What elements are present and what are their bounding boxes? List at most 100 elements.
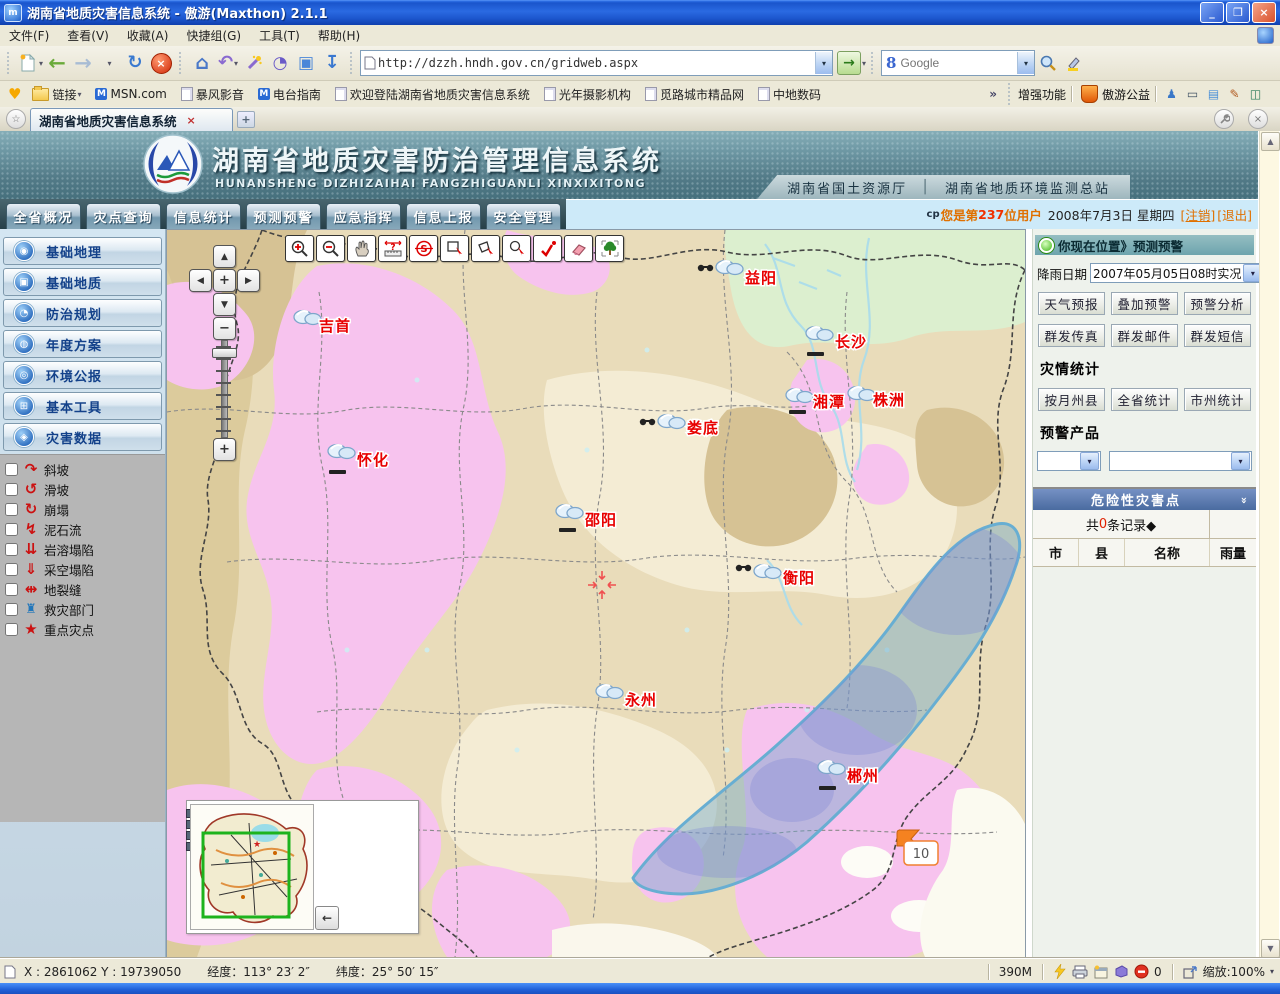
zoom-out-tool[interactable] — [316, 235, 345, 262]
printer-icon[interactable] — [1072, 965, 1088, 979]
monthly-county-stats-button[interactable]: 按月州县 — [1038, 388, 1105, 411]
scroll-down-button[interactable]: ▼ — [1261, 939, 1280, 958]
menu-groups[interactable]: 快捷组(G) — [177, 27, 250, 44]
chevron-down-icon[interactable]: ▾ — [1080, 452, 1099, 470]
back-button[interactable]: ← — [45, 50, 69, 76]
capture-button[interactable]: ▣ — [294, 50, 318, 76]
history-button[interactable]: ◔ — [268, 50, 292, 76]
favorites-heart-icon[interactable]: ♥ — [8, 85, 21, 103]
history-dropdown-button[interactable]: ▾ — [97, 50, 121, 76]
product-type-select[interactable]: ▾ — [1037, 451, 1101, 471]
clear-tool[interactable] — [564, 235, 593, 262]
tab-list-close-button[interactable]: × — [1248, 109, 1268, 129]
highlight-button[interactable] — [1062, 50, 1086, 76]
sidebar-item-basic-geography[interactable]: ◉基础地理 — [3, 237, 162, 265]
favorites-star-button[interactable]: ☆ — [6, 109, 26, 129]
links-folder[interactable]: 链接 ▾ — [32, 86, 81, 103]
logout-link[interactable]: [注销] — [1180, 205, 1215, 224]
point-mark-tool[interactable] — [533, 235, 562, 262]
link-zhongdi[interactable]: 中地数码 — [758, 86, 821, 103]
warning-analysis-button[interactable]: 预警分析 — [1184, 292, 1251, 315]
search-go-button[interactable] — [1036, 50, 1060, 76]
user-icon[interactable]: ♟ — [1164, 87, 1179, 101]
layer-key-point[interactable]: ★重点灾点 — [0, 619, 165, 639]
pan-right-button[interactable]: ▶ — [237, 269, 260, 292]
zoom-in-button[interactable]: + — [213, 438, 236, 461]
zoom-out-button[interactable]: − — [213, 317, 236, 340]
collapse-checkbox[interactable] — [5, 503, 18, 516]
nav-tab-emergency[interactable]: 应急指挥 — [326, 203, 401, 229]
minimap-collapse-button[interactable]: ← — [315, 906, 339, 930]
address-dropdown-button[interactable]: ▾ — [815, 52, 832, 74]
pan-left-button[interactable]: ◀ — [189, 269, 212, 292]
key-point-checkbox[interactable] — [5, 623, 18, 636]
slope-checkbox[interactable] — [5, 463, 18, 476]
plugin-label[interactable]: 增强功能 — [1018, 86, 1066, 103]
link-radio[interactable]: M电台指南 — [258, 86, 321, 103]
danger-points-header[interactable]: 危险性灾害点 « — [1033, 487, 1256, 510]
menu-file[interactable]: 文件(F) — [0, 27, 58, 44]
debris-flow-checkbox[interactable] — [5, 523, 18, 536]
zoom-in-tool[interactable] — [285, 235, 314, 262]
minimize-button[interactable]: _ — [1200, 2, 1224, 23]
measure-tool[interactable]: ? — [378, 235, 407, 262]
org-link-land-resources[interactable]: 湖南省国土资源厅 — [787, 178, 907, 197]
overview-map[interactable]: ★ — [190, 804, 314, 930]
layer-mining-collapse[interactable]: ⇓采空塌陷 — [0, 559, 165, 579]
search-input[interactable] — [896, 55, 1017, 71]
nav-tab-report[interactable]: 信息上报 — [406, 203, 481, 229]
layer-slope[interactable]: ↷斜坡 — [0, 459, 165, 479]
nav-tab-forecast[interactable]: 预测预警 — [246, 203, 321, 229]
stop-button[interactable]: × — [149, 50, 173, 76]
pan-down-button[interactable]: ▼ — [213, 293, 236, 316]
page-scrollbar[interactable]: ▲ ▼ — [1259, 131, 1279, 958]
pan-center-button[interactable]: + — [213, 269, 236, 292]
mining-collapse-checkbox[interactable] — [5, 563, 18, 576]
close-button[interactable]: × — [1252, 2, 1276, 23]
rect-select-tool[interactable] — [440, 235, 469, 262]
refresh-button[interactable]: ↻ — [123, 50, 147, 76]
nav-tab-stats[interactable]: 信息统计 — [166, 203, 241, 229]
menu-favorites[interactable]: 收藏(A) — [118, 27, 178, 44]
link-photo[interactable]: 光年摄影机构 — [544, 86, 631, 103]
proxy-icon[interactable] — [1114, 965, 1129, 978]
org-link-geo-monitor[interactable]: 湖南省地质环境监测总站 — [945, 178, 1110, 197]
scroll-up-button[interactable]: ▲ — [1261, 132, 1280, 151]
nav-tab-overview[interactable]: 全省概况 — [6, 203, 81, 229]
address-bar[interactable]: ▾ — [360, 50, 833, 76]
new-tab-button[interactable]: + — [237, 111, 255, 128]
layer-landslide[interactable]: ↺滑坡 — [0, 479, 165, 499]
tab-tools-button[interactable] — [1214, 109, 1234, 129]
grid-icon[interactable]: ◫ — [1248, 87, 1263, 101]
menu-help[interactable]: 帮助(H) — [309, 27, 369, 44]
menu-tools[interactable]: 工具(T) — [250, 27, 309, 44]
tab-close-icon[interactable]: × — [187, 114, 196, 127]
window-icon[interactable]: ▭ — [1185, 87, 1200, 101]
overlay-warning-button[interactable]: 叠加预警 — [1111, 292, 1178, 315]
map-viewport[interactable]: 吉首 益阳 长沙 湘潭 株洲 娄底 怀化 邵阳 衡阳 永州 郴州 10 — [166, 229, 1026, 958]
polygon-select-tool[interactable] — [471, 235, 500, 262]
rain-date-select[interactable]: 2007年05月05日08时实况 ▾ — [1090, 263, 1264, 283]
charity-shield-icon[interactable] — [1081, 85, 1098, 103]
home-button[interactable]: ⌂ — [190, 50, 214, 76]
pen-icon[interactable]: ✎ — [1227, 87, 1242, 101]
address-input[interactable] — [376, 55, 815, 71]
rescue-dept-checkbox[interactable] — [5, 603, 18, 616]
forward-button[interactable]: → — [71, 50, 95, 76]
magic-fill-button[interactable] — [242, 50, 266, 76]
tab-active[interactable]: 湖南省地质灾害信息系统 × — [30, 108, 233, 131]
popup-blocker-icon[interactable] — [1134, 964, 1149, 979]
maximize-button[interactable]: ❐ — [1226, 2, 1250, 23]
go-button[interactable]: → — [837, 51, 861, 75]
pan-tool[interactable] — [347, 235, 376, 262]
city-stats-button[interactable]: 市州统计 — [1184, 388, 1251, 411]
nav-tab-security[interactable]: 安全管理 — [486, 203, 561, 229]
province-stats-button[interactable]: 全省统计 — [1111, 388, 1178, 411]
layer-rescue-dept[interactable]: ♜救灾部门 — [0, 599, 165, 619]
link-msn[interactable]: MMSN.com — [95, 87, 166, 101]
boost-lightning-icon[interactable] — [1053, 964, 1067, 979]
full-extent-tool[interactable] — [595, 235, 624, 262]
exit-link[interactable]: [退出] — [1217, 205, 1252, 224]
google-logo-icon[interactable]: 8 — [886, 54, 896, 72]
layer-collapse[interactable]: ↻崩塌 — [0, 499, 165, 519]
